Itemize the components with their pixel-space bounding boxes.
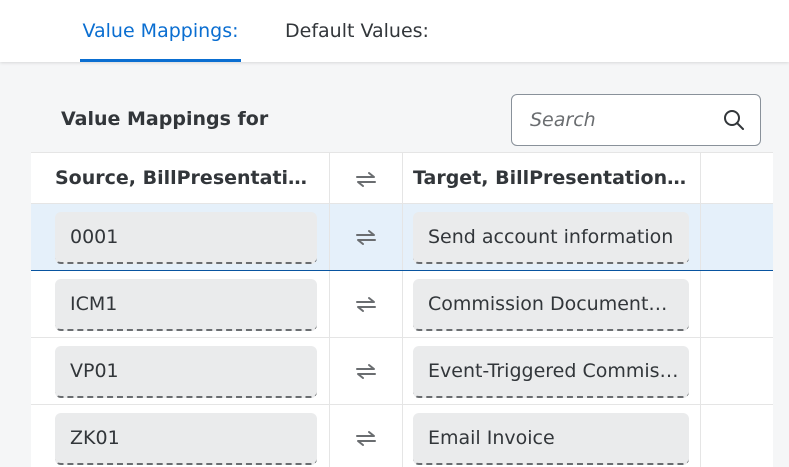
swap-arrows-icon bbox=[356, 364, 376, 379]
empty-column-header bbox=[701, 153, 773, 203]
target-value-field[interactable]: Commission Documentation bbox=[413, 279, 689, 331]
swap-arrows-icon bbox=[356, 230, 376, 245]
source-value-field[interactable]: ZK01 bbox=[55, 413, 317, 465]
target-value: Commission Documentation bbox=[428, 293, 679, 315]
search-icon[interactable] bbox=[722, 108, 746, 132]
swap-arrows-icon bbox=[356, 172, 376, 187]
target-cell: Send account information bbox=[403, 204, 701, 270]
source-cell: ICM1 bbox=[31, 271, 330, 337]
source-column-header[interactable]: Source, BillPresentationMedium bbox=[31, 153, 330, 203]
swap-arrows-icon bbox=[356, 297, 376, 312]
target-cell: Commission Documentation bbox=[403, 271, 701, 337]
source-cell: VP01 bbox=[31, 338, 330, 404]
table-row[interactable]: ZK01 Email Invoice bbox=[31, 405, 773, 467]
source-value: VP01 bbox=[70, 360, 119, 382]
swap-arrows-icon bbox=[356, 431, 376, 446]
swap-cell bbox=[330, 338, 403, 404]
source-value: ZK01 bbox=[70, 427, 120, 449]
source-header-label: Source, BillPresentationMedium bbox=[55, 167, 317, 189]
swap-column-header bbox=[330, 153, 403, 203]
swap-cell bbox=[330, 405, 403, 467]
table-header-row: Source, BillPresentationMedium Target, B… bbox=[31, 153, 773, 204]
target-value-field[interactable]: Send account information bbox=[413, 212, 689, 264]
section-title: Value Mappings for bbox=[61, 108, 269, 130]
table-row[interactable]: ICM1 Commission Documentation bbox=[31, 271, 773, 338]
tab-bar: Value Mappings: Default Values: bbox=[0, 0, 789, 62]
table-row[interactable]: 0001 Send account information bbox=[31, 204, 773, 271]
swap-cell bbox=[330, 204, 403, 270]
source-value: 0001 bbox=[70, 226, 119, 248]
empty-cell bbox=[701, 338, 773, 404]
target-value: Event-Triggered Commission bbox=[428, 360, 679, 382]
source-value: ICM1 bbox=[70, 293, 118, 315]
target-value: Send account information bbox=[428, 226, 674, 248]
source-cell: ZK01 bbox=[31, 405, 330, 467]
target-value: Email Invoice bbox=[428, 427, 555, 449]
source-value-field[interactable]: VP01 bbox=[55, 346, 317, 398]
empty-cell bbox=[701, 204, 773, 270]
swap-cell bbox=[330, 271, 403, 337]
source-value-field[interactable]: ICM1 bbox=[55, 279, 317, 331]
search-placeholder: Search bbox=[530, 109, 596, 131]
source-value-field[interactable]: 0001 bbox=[55, 212, 317, 264]
table-row[interactable]: VP01 Event-Triggered Commission bbox=[31, 338, 773, 405]
empty-cell bbox=[701, 271, 773, 337]
target-header-label: Target, BillPresentationMedium bbox=[413, 167, 688, 189]
target-value-field[interactable]: Event-Triggered Commission bbox=[413, 346, 689, 398]
target-cell: Event-Triggered Commission bbox=[403, 338, 701, 404]
search-field[interactable]: Search bbox=[511, 94, 761, 146]
target-column-header[interactable]: Target, BillPresentationMedium bbox=[403, 153, 701, 203]
tab-default-values[interactable]: Default Values: bbox=[285, 0, 429, 62]
empty-cell bbox=[701, 405, 773, 467]
target-value-field[interactable]: Email Invoice bbox=[413, 413, 689, 465]
tab-value-mappings[interactable]: Value Mappings: bbox=[80, 0, 241, 62]
source-cell: 0001 bbox=[31, 204, 330, 270]
value-mappings-table: Source, BillPresentationMedium Target, B… bbox=[31, 152, 773, 467]
target-cell: Email Invoice bbox=[403, 405, 701, 467]
